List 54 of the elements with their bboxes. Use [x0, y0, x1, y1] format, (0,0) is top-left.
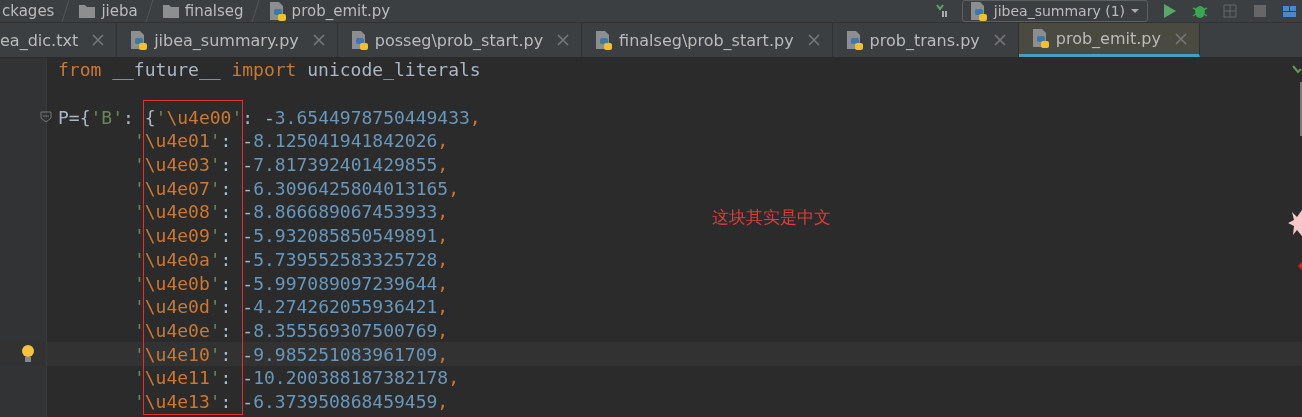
code-line: P={'B': {'\u4e00': -3.6544978750449433,: [58, 106, 481, 128]
code-line: '\u4e08': -8.866689067453933,: [132, 201, 449, 223]
separator-icon: [249, 0, 262, 22]
lightbulb-icon: [20, 344, 36, 364]
code-line: '\u4e09': -5.932085850549891,: [132, 225, 449, 247]
breadcrumb-item[interactable]: jieba: [72, 2, 144, 20]
editor-tab[interactable]: prob_trans.py: [832, 23, 1019, 57]
error-marker-icon: [1298, 262, 1302, 270]
check-icon: [1292, 64, 1302, 74]
code-line: '\u4e07': -6.3096425804013165,: [132, 177, 460, 199]
code-line: from __future__ import unicode_literals: [58, 59, 481, 81]
code-line: '\u4e03': -7.817392401429855,: [132, 154, 449, 176]
starburst-icon: [1288, 208, 1302, 238]
python-file-icon: [267, 0, 287, 22]
folder-icon: [78, 2, 97, 20]
folder-icon: [161, 2, 180, 20]
python-file-icon: [349, 29, 369, 51]
annotation-text: 这块其实是中文: [712, 206, 831, 229]
python-file-icon: [1030, 28, 1050, 49]
caret-icon: [1131, 9, 1139, 13]
close-icon[interactable]: [557, 34, 570, 46]
python-file-icon: [844, 29, 864, 51]
code-line: '\u4e0a': -5.739552583325728,: [132, 248, 449, 270]
code-editor[interactable]: [0, 58, 1302, 417]
editor-tab[interactable]: prob_emit.py: [1018, 23, 1200, 57]
close-icon[interactable]: [1174, 32, 1187, 45]
code-line: '\u4e0e': -8.355569307500769,: [132, 319, 449, 341]
python-file-icon: [129, 29, 149, 51]
code-line: '\u4e01': -8.125041941842026,: [132, 130, 449, 152]
separator-icon: [143, 0, 156, 22]
close-icon[interactable]: [92, 34, 105, 46]
editor-tab[interactable]: jibea_summary.py: [117, 23, 338, 57]
run-icon[interactable]: [1162, 3, 1178, 19]
layout-icon[interactable]: [1282, 3, 1298, 19]
breadcrumb-item[interactable]: finalseg: [155, 2, 250, 20]
breadcrumb-item[interactable]: prob_emit.py: [261, 0, 397, 22]
scrollbar-thumb[interactable]: [1300, 82, 1302, 136]
code-line: '\u4e10': -9.985251083961709,: [132, 343, 449, 365]
code-line: '\u4e11': -10.200388187382178,: [132, 367, 460, 389]
editor-tab[interactable]: finalseg\prob_start.py: [582, 23, 833, 57]
close-icon[interactable]: [807, 34, 820, 46]
editor-tab[interactable]: posseg\prob_start.py: [337, 23, 583, 57]
separator-icon: [60, 0, 73, 22]
breadcrumb-item[interactable]: ckages: [0, 2, 61, 20]
python-file-icon: [968, 0, 988, 22]
code-line: '\u4e0d': -4.274262055936421,: [132, 296, 449, 318]
stop-icon[interactable]: [1252, 3, 1268, 19]
code-line: '\u4e13': -6.373950868459459,: [132, 390, 449, 412]
bug-icon[interactable]: [1192, 3, 1208, 19]
close-icon[interactable]: [312, 34, 325, 46]
editor-tab[interactable]: ea_dic.txt: [0, 23, 118, 57]
code-line: '\u4e0b': -5.997089097239644,: [132, 272, 449, 294]
close-icon[interactable]: [993, 34, 1006, 46]
python-file-icon: [594, 29, 614, 51]
